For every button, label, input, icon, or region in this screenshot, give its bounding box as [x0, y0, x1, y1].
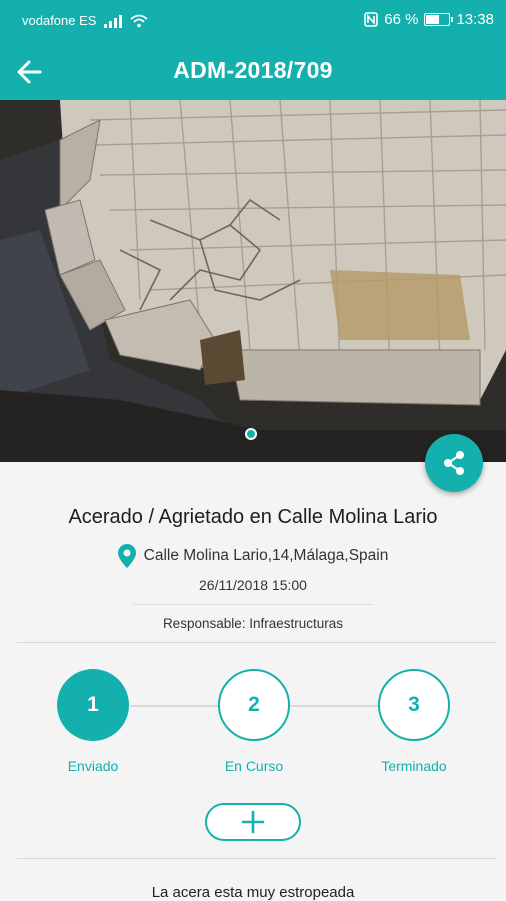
clock: 13:38	[456, 11, 494, 28]
battery-icon	[424, 13, 454, 26]
battery-percent: 66 %	[384, 11, 419, 28]
photo-image	[0, 100, 506, 462]
divider	[17, 858, 497, 859]
incident-photo[interactable]	[0, 100, 506, 462]
status-bar: vodafone ES 66 % 13:38	[0, 0, 506, 42]
incident-title: Acerado / Agrietado en Calle Molina Lari…	[68, 506, 438, 528]
divider	[17, 642, 497, 643]
step-2-circle[interactable]: 2	[218, 669, 290, 741]
incident-comment: La acera esta muy estropeada	[151, 884, 355, 901]
plus-icon	[241, 810, 265, 834]
add-button[interactable]	[205, 803, 301, 841]
share-icon	[444, 451, 464, 475]
step-connector	[290, 705, 378, 707]
status-bar-left: vodafone ES	[22, 13, 149, 28]
signal-icon	[104, 14, 123, 28]
incident-address: Calle Molina Lario,14,Málaga,Spain	[143, 547, 389, 564]
wifi-icon	[130, 14, 149, 27]
pager-dot-active[interactable]	[245, 428, 257, 440]
incident-date: 26/11/2018 15:00	[199, 577, 307, 593]
step-1-circle[interactable]: 1	[57, 669, 129, 741]
step-3-label: Terminado	[381, 758, 447, 774]
share-button[interactable]	[425, 434, 483, 492]
page-title: ADM-2018/709	[173, 57, 333, 83]
carrier-name: vodafone ES	[22, 13, 97, 28]
address-row: Calle Molina Lario,14,Málaga,Spain	[0, 544, 506, 568]
incident-responsible: Responsable: Infraestructuras	[162, 616, 344, 631]
nfc-icon	[364, 12, 379, 27]
step-2-label: En Curso	[224, 758, 284, 774]
status-bar-right: 66 % 13:38	[364, 11, 494, 28]
step-connector	[130, 705, 218, 707]
step-1-label: Enviado	[67, 758, 119, 774]
app-bar: ADM-2018/709	[0, 42, 506, 100]
location-pin-icon	[117, 544, 136, 568]
divider	[133, 604, 373, 605]
step-3-circle[interactable]: 3	[378, 669, 450, 741]
